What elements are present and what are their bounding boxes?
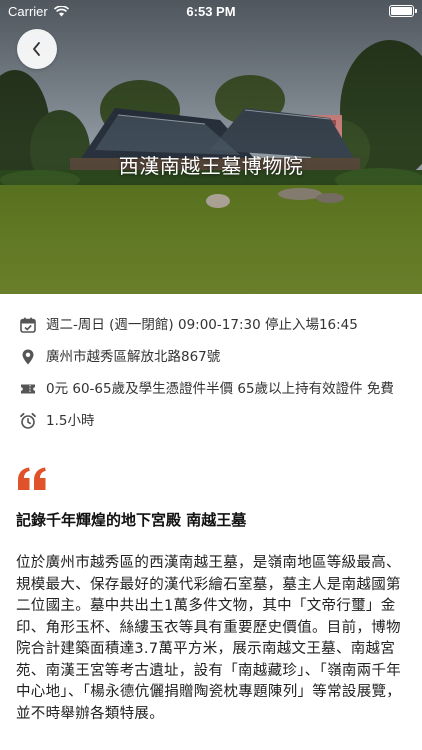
page-title: 西漢南越王墓博物院 — [118, 154, 304, 178]
ticket-icon — [21, 384, 35, 394]
price-text: 0元 60-65歲及學生憑證件半價 65歲以上持有效證件 免費 — [46, 381, 394, 397]
back-button[interactable] — [17, 29, 57, 69]
info-section: 週二-周日 (週一閉館) 09:00-17:30 停止入場16:45 廣州市越秀… — [0, 312, 422, 432]
museum-photo — [0, 0, 422, 294]
price-row: 0元 60-65歲及學生憑證件半價 65歲以上持有效證件 免費 — [0, 378, 422, 400]
hero-image — [0, 0, 422, 294]
hours-row: 週二-周日 (週一閉館) 09:00-17:30 停止入場16:45 — [0, 314, 422, 336]
chevron-left-icon — [33, 42, 40, 56]
calendar-icon — [20, 317, 36, 333]
status-bar: Carrier 6:53 PM — [0, 0, 422, 22]
alarm-clock-icon — [20, 412, 36, 429]
location-pin-icon — [22, 349, 34, 365]
status-time: 6:53 PM — [186, 4, 236, 19]
hours-text: 週二-周日 (週一閉館) 09:00-17:30 停止入場16:45 — [46, 317, 358, 333]
article-title: 記錄千年輝煌的地下宮殿 南越王墓 — [16, 511, 247, 529]
address-row[interactable]: 廣州市越秀區解放北路867號 — [0, 346, 422, 368]
duration-row: 1.5小時 — [0, 410, 422, 432]
address-text: 廣州市越秀區解放北路867號 — [46, 349, 221, 365]
article-body: 位於廣州市越秀區的西漢南越王墓，是嶺南地區等級最高、規模最大、保存最好的漢代彩繪… — [16, 555, 402, 722]
battery-icon — [389, 5, 417, 17]
quote-icon — [18, 467, 46, 490]
duration-text: 1.5小時 — [46, 413, 95, 429]
